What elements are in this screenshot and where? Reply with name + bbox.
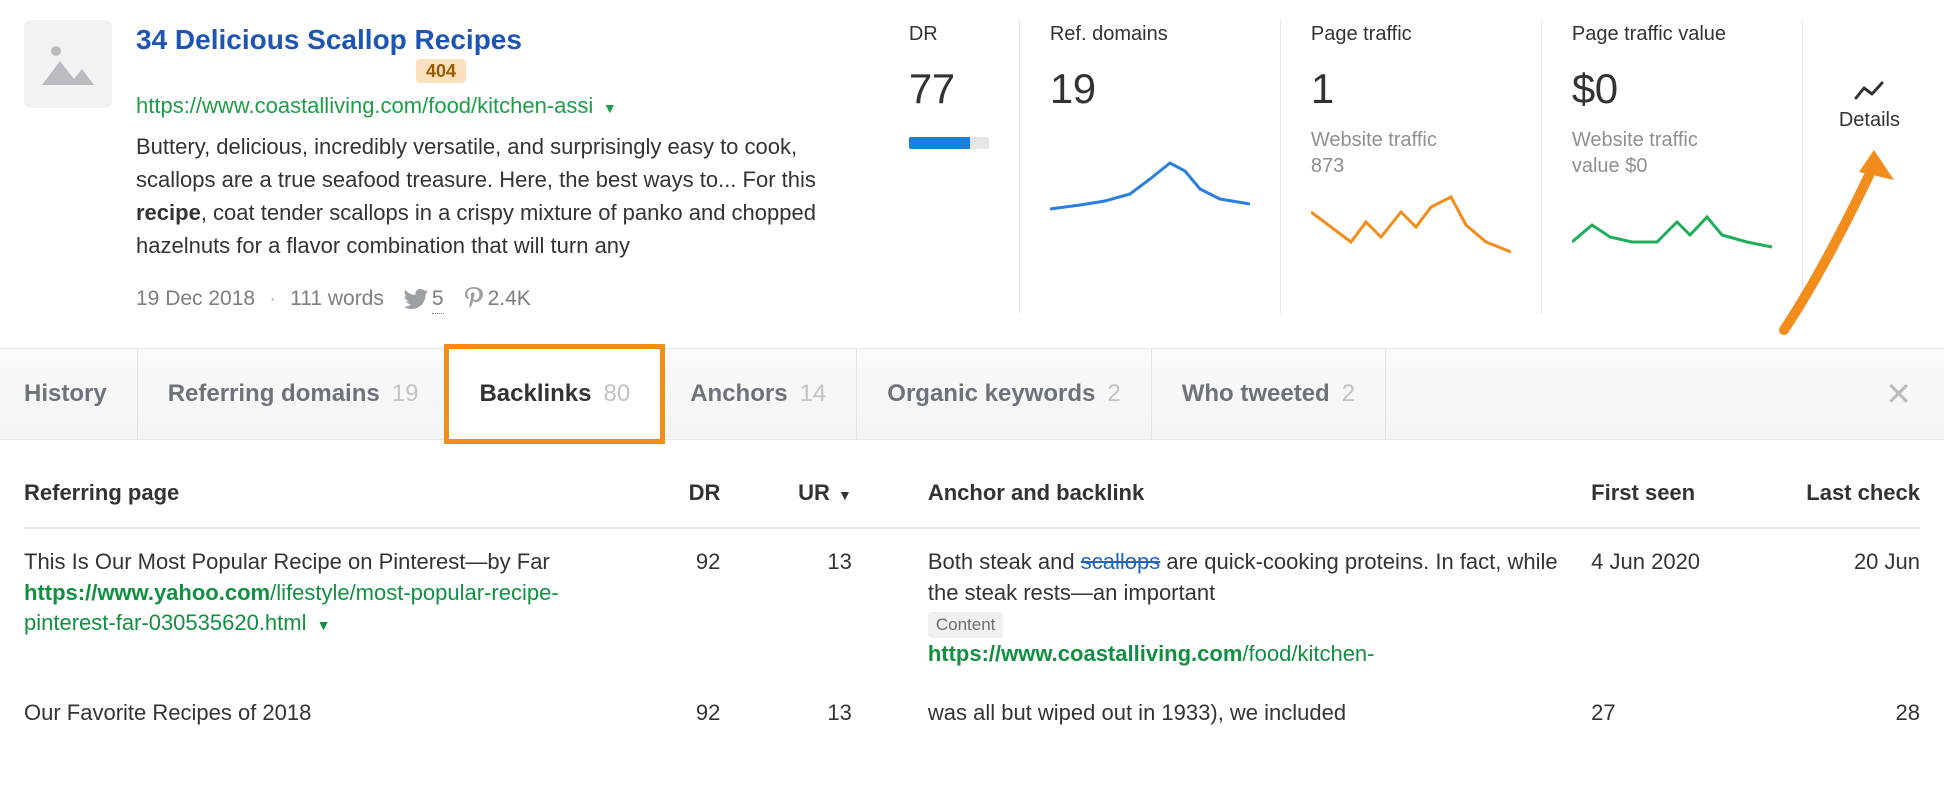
tab-history[interactable]: History bbox=[12, 349, 138, 439]
tab-backlinks[interactable]: Backlinks80 bbox=[444, 344, 665, 444]
chevron-down-icon[interactable]: ▼ bbox=[317, 617, 331, 633]
table-row: Our Favorite Recipes of 2018 92 13 was a… bbox=[24, 680, 1920, 739]
cell-first-seen: 27 bbox=[1591, 680, 1755, 739]
backlink-url[interactable]: https://www.coastalliving.com/food/kitch… bbox=[928, 639, 1575, 670]
tab-anchors[interactable]: Anchors14 bbox=[660, 349, 857, 439]
col-last-check[interactable]: Last check bbox=[1756, 466, 1920, 528]
details-button[interactable]: Details bbox=[1802, 20, 1920, 314]
content-badge: Content bbox=[928, 612, 1004, 638]
sparkline-page-traffic-value bbox=[1572, 187, 1772, 257]
cell-dr: 92 bbox=[638, 680, 737, 739]
tab-organic-keywords[interactable]: Organic keywords2 bbox=[857, 349, 1151, 439]
page-url[interactable]: https://www.coastalliving.com/food/kitch… bbox=[136, 91, 845, 122]
close-icon[interactable]: ✕ bbox=[1885, 372, 1932, 417]
tab-referring-domains[interactable]: Referring domains19 bbox=[138, 349, 450, 439]
twitter-icon bbox=[404, 289, 428, 309]
page-thumbnail bbox=[24, 20, 112, 108]
metric-dr: DR 77 bbox=[889, 20, 1019, 314]
col-referring-page[interactable]: Referring page bbox=[24, 466, 638, 528]
cell-last-check: 20 Jun bbox=[1756, 528, 1920, 680]
overview-section: 34 Delicious Scallop Recipes 404 https:/… bbox=[0, 0, 1944, 314]
metrics: DR 77 Ref. domains 19 Page traffic 1 Web… bbox=[889, 20, 1920, 314]
cell-ur: 13 bbox=[736, 680, 868, 739]
page-date: 19 Dec 2018 bbox=[136, 284, 255, 313]
cell-first-seen: 4 Jun 2020 bbox=[1591, 528, 1755, 680]
col-anchor[interactable]: Anchor and backlink bbox=[868, 466, 1591, 528]
anchor-text: Both steak and scallops are quick-cookin… bbox=[928, 547, 1568, 609]
word-count: 111 words bbox=[290, 284, 384, 313]
col-ur[interactable]: UR ▼ bbox=[736, 466, 868, 528]
col-first-seen[interactable]: First seen bbox=[1591, 466, 1755, 528]
dr-bar bbox=[909, 137, 989, 149]
col-dr[interactable]: DR bbox=[638, 466, 737, 528]
chevron-down-icon: ▼ bbox=[838, 487, 852, 503]
pinterest-icon bbox=[464, 287, 484, 311]
cell-dr: 92 bbox=[638, 528, 737, 680]
backlinks-table: Referring page DR UR ▼ Anchor and backli… bbox=[24, 466, 1920, 739]
chevron-down-icon[interactable]: ▼ bbox=[603, 100, 617, 116]
trend-icon bbox=[1854, 80, 1884, 102]
twitter-share-count: 5 bbox=[404, 284, 444, 314]
status-badge: 404 bbox=[416, 59, 466, 83]
referring-page-title[interactable]: This Is Our Most Popular Recipe on Pinte… bbox=[24, 547, 622, 578]
tabs-bar: History Referring domains19 Backlinks80 … bbox=[0, 348, 1944, 440]
page-description: Buttery, delicious, incredibly versatile… bbox=[136, 130, 845, 262]
anchor-text: was all but wiped out in 1933), we inclu… bbox=[928, 698, 1568, 729]
tab-who-tweeted[interactable]: Who tweeted2 bbox=[1152, 349, 1386, 439]
page-title[interactable]: 34 Delicious Scallop Recipes bbox=[136, 24, 522, 55]
sparkline-page-traffic bbox=[1311, 187, 1511, 257]
sparkline-ref-domains bbox=[1050, 149, 1250, 219]
cell-ur: 13 bbox=[736, 528, 868, 680]
metric-page-traffic: Page traffic 1 Website traffic873 bbox=[1280, 20, 1541, 314]
referring-page-title[interactable]: Our Favorite Recipes of 2018 bbox=[24, 698, 622, 729]
anchor-link[interactable]: scallops bbox=[1081, 549, 1160, 574]
metric-ref-domains: Ref. domains 19 bbox=[1019, 20, 1280, 314]
table-row: This Is Our Most Popular Recipe on Pinte… bbox=[24, 528, 1920, 680]
page-meta: 19 Dec 2018 · 111 words 5 2.4K bbox=[136, 284, 845, 314]
referring-page-url[interactable]: https://www.yahoo.com/lifestyle/most-pop… bbox=[24, 578, 622, 640]
cell-last-check: 28 bbox=[1756, 680, 1920, 739]
metric-page-traffic-value: Page traffic value $0 Website trafficval… bbox=[1541, 20, 1802, 314]
pinterest-share-count: 2.4K bbox=[464, 284, 531, 313]
